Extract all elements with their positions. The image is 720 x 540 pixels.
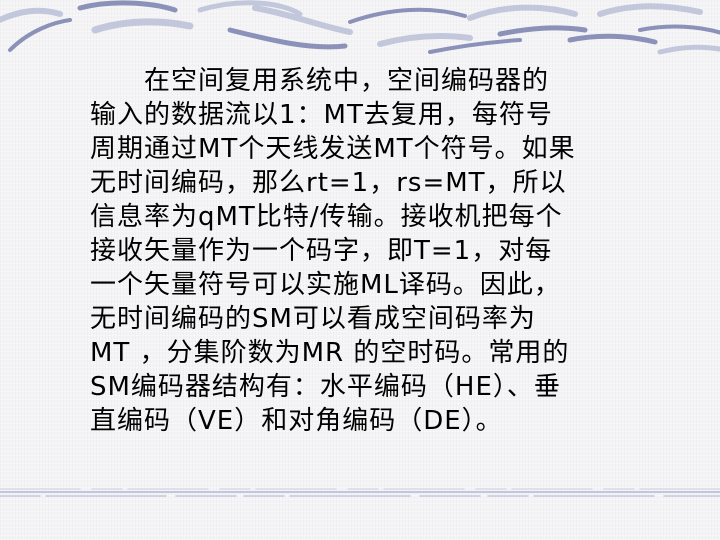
slide-body-text: 在空间复用系统中，空间编码器的 输入的数据流以1：MT去复用，每符号 周期通过M… — [90, 66, 576, 436]
decorative-brush-strokes-top — [0, 0, 720, 55]
decorative-divider-bottom — [0, 488, 720, 497]
